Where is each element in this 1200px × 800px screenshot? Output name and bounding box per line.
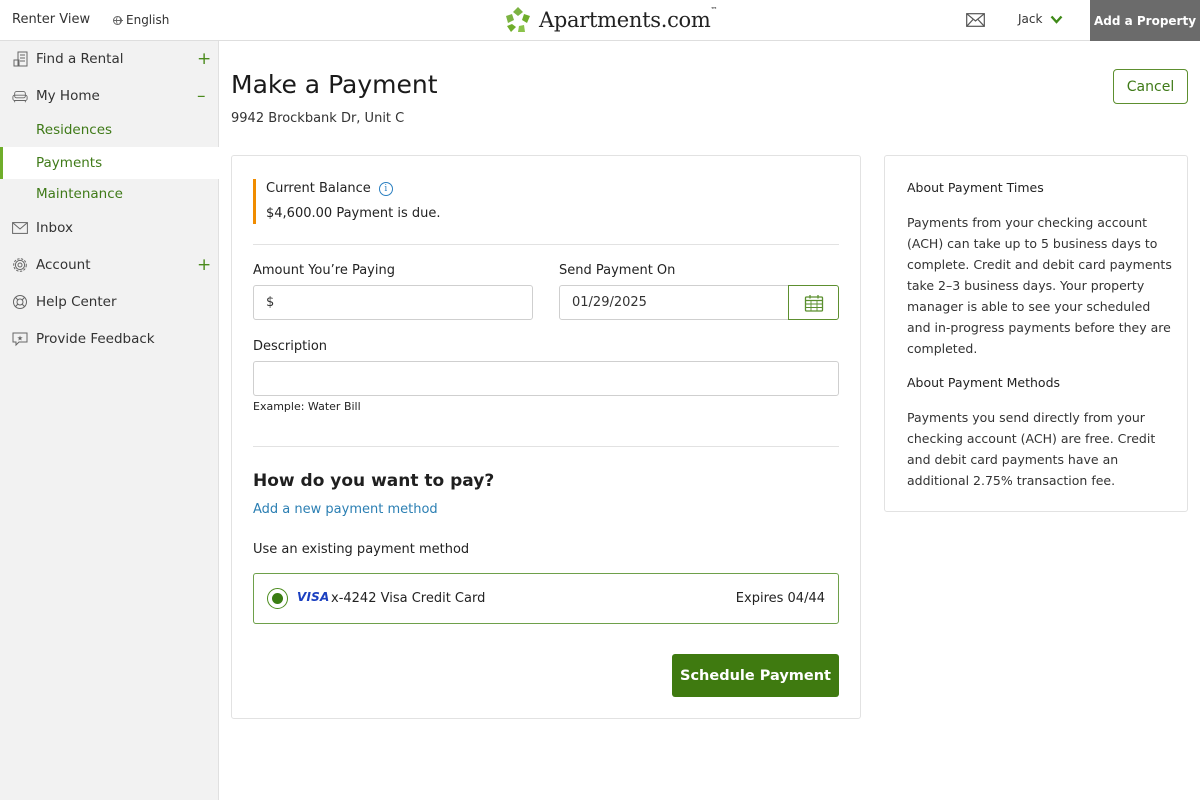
sidebar-subitem-residences[interactable]: Residences	[0, 114, 219, 146]
expand-icon[interactable]: +	[197, 255, 211, 275]
payment-methods-body: Payments you send directly from your che…	[907, 410, 1156, 488]
card-expiry: Expires 04/44	[735, 591, 825, 606]
subitem-label: Residences	[36, 122, 113, 138]
apartments-logo[interactable]: Apartments.com™	[503, 5, 717, 35]
subitem-label: Payments	[36, 155, 103, 171]
radio-selected-dot	[272, 593, 283, 604]
add-property-button[interactable]: Add a Property	[1090, 0, 1200, 41]
balance-title: Current Balance	[266, 181, 371, 196]
balance-amount: $4,600.00	[266, 206, 333, 221]
payment-method-option[interactable]: VISA x-4242 Visa Credit Card Expires 04/…	[253, 573, 839, 624]
description-label: Description	[253, 339, 328, 354]
balance-title-row: Current Balance i	[266, 181, 393, 196]
divider	[253, 244, 839, 245]
expand-icon[interactable]: +	[197, 49, 211, 69]
sidebar-item-provide-feedback[interactable]: ★ Provide Feedback	[0, 323, 219, 355]
description-hint: Example: Water Bill	[253, 400, 361, 413]
calendar-icon	[804, 294, 823, 312]
sofa-icon	[12, 88, 28, 104]
description-input[interactable]	[253, 361, 839, 396]
mail-icon[interactable]	[966, 13, 985, 27]
building-icon	[12, 51, 28, 67]
sidebar-item-label: My Home	[36, 88, 100, 104]
sidebar-item-label: Account	[36, 257, 91, 273]
user-menu[interactable]: Jack	[1018, 12, 1063, 26]
collapse-icon[interactable]: –	[197, 86, 206, 106]
balance-amount-row: $4,600.00 Payment is due.	[266, 206, 441, 221]
sidebar-item-label: Provide Feedback	[36, 331, 155, 347]
amount-label: Amount You’re Paying	[253, 263, 395, 278]
payment-info-panel: About Payment Times Payments from your c…	[884, 155, 1188, 512]
envelope-icon	[12, 220, 28, 236]
subitem-label: Maintenance	[36, 186, 123, 202]
existing-method-label: Use an existing payment method	[253, 542, 470, 557]
cancel-button[interactable]: Cancel	[1113, 69, 1188, 104]
property-address: 9942 Brockbank Dr, Unit C	[231, 111, 405, 126]
schedule-payment-button[interactable]: Schedule Payment	[672, 654, 839, 697]
sidebar-item-find-rental[interactable]: Find a Rental +	[0, 43, 219, 75]
brand-wordmark: Apartments.com™	[539, 6, 718, 32]
sidebar-item-account[interactable]: Account +	[0, 249, 219, 281]
send-date-label: Send Payment On	[559, 263, 676, 278]
payment-times-body: Payments from your checking account (ACH…	[907, 215, 1172, 356]
sidebar-subitem-payments[interactable]: Payments	[0, 147, 219, 179]
user-name: Jack	[1018, 12, 1043, 26]
sidebar-item-my-home[interactable]: My Home –	[0, 80, 219, 112]
amount-input[interactable]: $	[253, 285, 533, 320]
calendar-button[interactable]	[788, 285, 839, 320]
svg-text:★: ★	[17, 334, 23, 342]
logo-mark-icon	[506, 7, 530, 32]
sidebar-subitem-maintenance[interactable]: Maintenance	[0, 178, 219, 210]
payment-times-title: About Payment Times	[907, 180, 1044, 195]
page-title: Make a Payment	[231, 70, 438, 99]
payment-method-radio[interactable]	[267, 588, 288, 609]
language-label: English	[126, 13, 170, 27]
sidebar-item-help-center[interactable]: Help Center	[0, 286, 219, 318]
gear-icon	[12, 257, 28, 273]
current-balance-alert: Current Balance i $4,600.00 Payment is d…	[253, 179, 553, 224]
globe-icon	[113, 15, 123, 25]
renter-view-link[interactable]: Renter View	[12, 12, 90, 27]
payment-form-card: Current Balance i $4,600.00 Payment is d…	[231, 155, 861, 719]
payment-method-title: How do you want to pay?	[253, 471, 495, 491]
chevron-down-icon	[1051, 15, 1063, 24]
send-date-input[interactable]: 01/29/2025	[559, 285, 789, 320]
divider	[253, 446, 839, 447]
sidebar: Find a Rental + My Home – Residences Pay…	[0, 41, 219, 800]
amount-value: $	[266, 295, 275, 310]
language-selector[interactable]: English	[113, 13, 169, 27]
sidebar-item-label: Help Center	[36, 294, 117, 310]
add-payment-method-link[interactable]: Add a new payment method	[253, 502, 438, 517]
visa-logo-icon: VISA	[297, 590, 330, 604]
sidebar-item-label: Find a Rental	[36, 51, 124, 67]
feedback-icon: ★	[12, 331, 28, 347]
info-icon[interactable]: i	[378, 181, 393, 196]
sidebar-item-label: Inbox	[36, 220, 73, 236]
sidebar-item-inbox[interactable]: Inbox	[0, 212, 219, 244]
lifebuoy-icon	[12, 294, 28, 310]
balance-status: Payment is due.	[336, 206, 441, 221]
payment-methods-title: About Payment Methods	[907, 375, 1061, 390]
top-header: Renter View English Apartments.com™ Jack…	[0, 0, 1200, 41]
card-name: x-4242 Visa Credit Card	[331, 591, 486, 606]
send-date-value: 01/29/2025	[572, 295, 647, 310]
